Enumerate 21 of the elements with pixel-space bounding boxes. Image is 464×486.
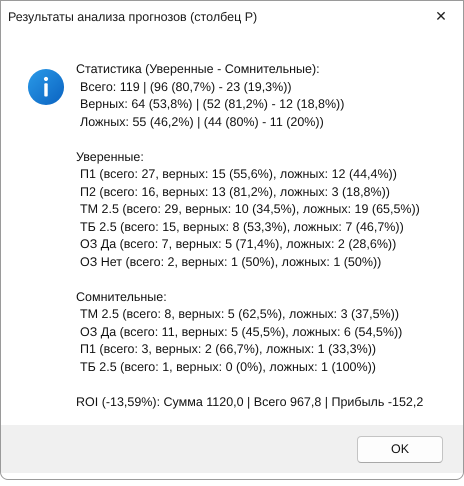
window-title: Результаты анализа прогнозов (столбец P) bbox=[7, 10, 258, 24]
message-text: Ложных: 55 (46,2%) | (44 (80%) - 11 (20%)) bbox=[79, 114, 325, 131]
message-text: ОЗ Да (всего: 11, верных: 5 (45,5%), ложных: 6 (54,5%)) bbox=[79, 324, 404, 341]
message-text: Сомнительные: bbox=[76, 288, 168, 306]
message-text: ОЗ Да (всего: 7, верных: 5 (71,4%), ложных: 2 (28,6%)) bbox=[79, 236, 398, 253]
message-text: ОЗ Нет (всего: 2, верных: 1 (50%), ложных: 1 (50%)) bbox=[79, 254, 382, 271]
message-text: ROI (-13,59%): Сумма 1120,0 | Всего 967,8 | Прибыль -152,2 bbox=[76, 394, 424, 411]
message-text: П2 (всего: 16, верных: 13 (81,2%), ложных: 3 (18,8%)) bbox=[79, 184, 391, 201]
message-text: Всего: 119 | (96 (80,7%) - 23 (19,3%)) bbox=[79, 78, 293, 96]
message-text: ТБ 2.5 (всего: 1, верных: 0 (0%), ложных: 1 (100%)) bbox=[79, 358, 377, 376]
close-button[interactable]: ✕ bbox=[419, 1, 463, 33]
message-text: Статистика (Уверенные - Сомнительные): bbox=[76, 61, 321, 78]
message-text: ТБ 2.5 (всего: 15, верных: 8 (53,3%), ложных: 7 (46,7%)) bbox=[79, 218, 405, 236]
ok-button[interactable]: OK bbox=[357, 436, 443, 462]
message-text: П1 (всего: 27, верных: 15 (55,6%), ложных: 12 (44,4%)) bbox=[79, 166, 398, 183]
message-text: ТМ 2.5 (всего: 29, верных: 10 (34,5%), ложных: 19 (65,5%)) bbox=[79, 201, 421, 218]
message-text: Уверенные: bbox=[76, 148, 145, 166]
info-icon bbox=[27, 68, 65, 106]
message-text: ТМ 2.5 (всего: 8, верных: 5 (62,5%), ложных: 3 (37,5%)) bbox=[79, 306, 400, 323]
message-text: Верных: 64 (53,8%) | (52 (81,2%) - 12 (18,8%)) bbox=[79, 96, 346, 113]
message-text: П1 (всего: 3, верных: 2 (66,7%), ложных: 1 (33,3%)) bbox=[79, 341, 378, 358]
